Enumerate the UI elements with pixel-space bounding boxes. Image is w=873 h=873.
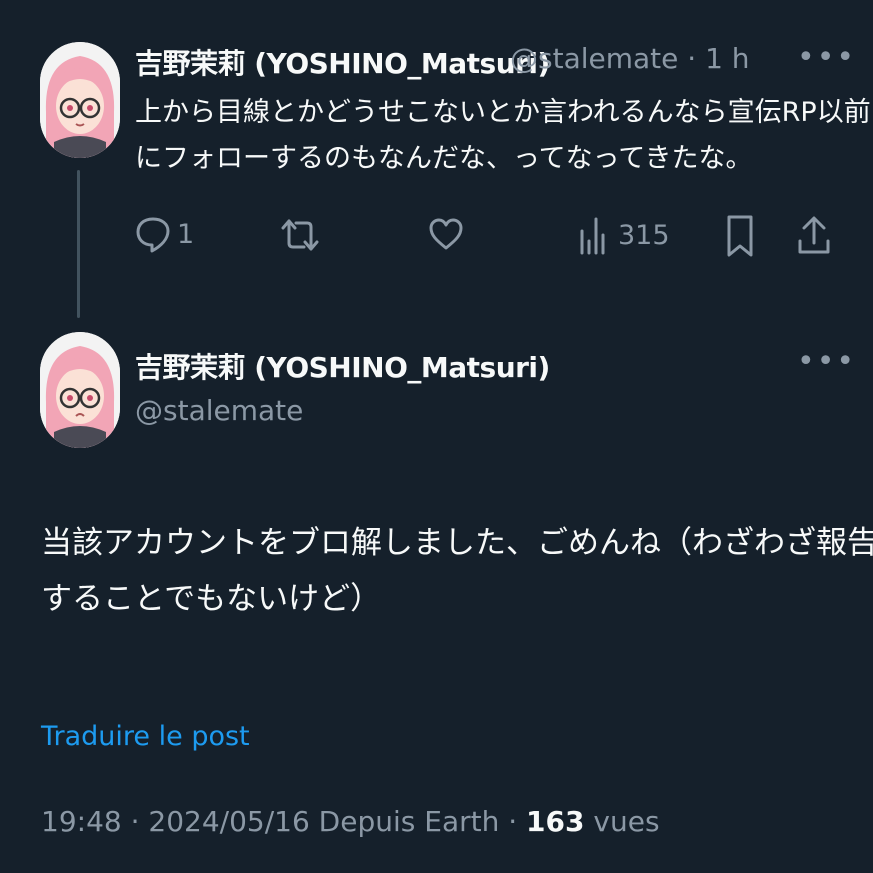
bookmark-button[interactable] [726,214,754,258]
author-name[interactable]: 吉野茉莉 (YOSHINO_Matsuri) [135,346,550,386]
tweet-time[interactable]: 1 h [705,42,749,75]
more-options-icon[interactable]: ••• [797,40,856,75]
share-button[interactable] [797,215,831,255]
views-count: 163 [526,805,585,838]
avatar[interactable] [40,332,120,448]
reply-icon [135,215,171,253]
tweet-text-line: することでもないけど） [41,581,382,617]
more-options-icon[interactable]: ••• [797,344,856,379]
separator: · [687,42,697,75]
tweet-text: 当該アカウントをブロ解しました、ごめんね（わざわざ報告 することでもないけど） [41,515,873,627]
views-button[interactable]: 315 [578,215,670,255]
timestamp-link[interactable]: 19:48 · 2024/05/16 Depuis Earth · [41,805,526,838]
reply-button[interactable]: 1 [135,215,194,253]
translate-post-link[interactable]: Traduire le post [41,721,250,752]
bookmark-icon [726,214,754,258]
avatar[interactable] [40,42,120,158]
share-icon [797,215,831,255]
reply-count: 1 [177,218,195,250]
handle-text[interactable]: @stalemate [510,42,678,75]
tweet-text-line: にフォローするのもなんだな、ってなってきたな。 [135,143,753,174]
views-icon [578,215,608,255]
like-icon [428,217,464,251]
thread-line [77,170,80,318]
tweet-metadata: 19:48 · 2024/05/16 Depuis Earth · 163 vu… [41,805,660,838]
tweet-text: 上から目線とかどうせこないとか言われるんなら宣伝RP以前 にフォローするのもなん… [135,90,871,182]
author-handle[interactable]: @stalemate [135,394,303,427]
tweet-text-line: 上から目線とかどうせこないとか言われるんなら宣伝RP以前 [135,97,871,128]
author-handle[interactable]: @stalemate · 1 h [510,42,750,75]
views-label: vues [584,805,660,838]
like-button[interactable] [428,217,464,251]
views-count: 315 [618,219,670,251]
author-name[interactable]: 吉野茉莉 (YOSHINO_Matsuri) [135,42,550,82]
retweet-button[interactable] [280,217,320,253]
retweet-icon [280,217,320,253]
tweet-text-line: 当該アカウントをブロ解しました、ごめんね（わざわざ報告 [41,525,873,561]
